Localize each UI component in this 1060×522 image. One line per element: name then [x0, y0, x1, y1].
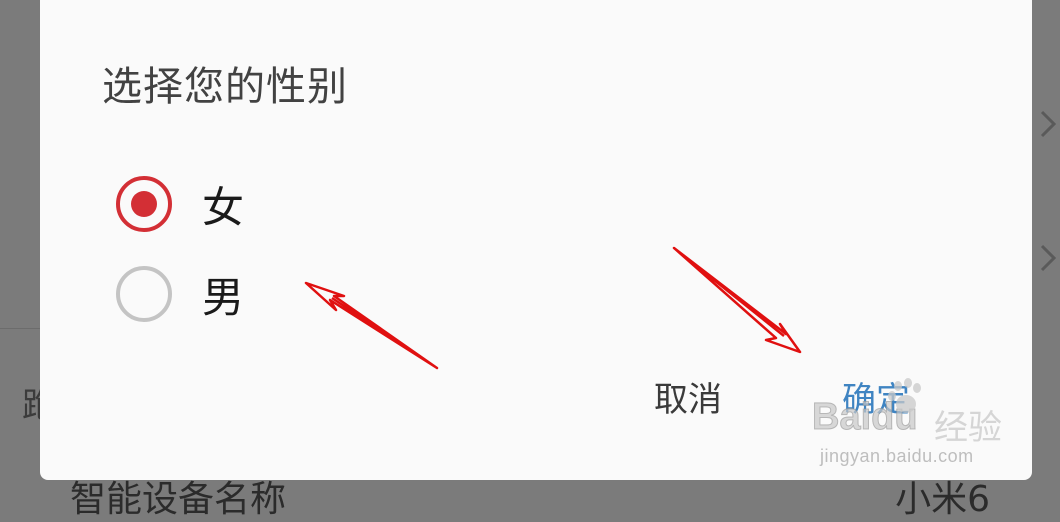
- gender-dialog: 选择您的性别 女 男 取消 确定: [40, 0, 1032, 480]
- cancel-button[interactable]: 取消: [624, 370, 752, 430]
- dialog-actions: 取消 确定: [624, 370, 1032, 430]
- radio-unchecked-icon[interactable]: [116, 266, 172, 322]
- background-divider: [0, 328, 40, 329]
- radio-checked-icon[interactable]: [116, 176, 172, 232]
- dialog-title: 选择您的性别: [102, 64, 348, 110]
- confirm-button[interactable]: 确定: [812, 370, 940, 430]
- chevron-right-icon: [1036, 104, 1060, 144]
- gender-option-female[interactable]: 女: [116, 172, 416, 236]
- option-label: 男: [202, 272, 245, 322]
- chevron-right-icon: [1036, 238, 1060, 278]
- gender-option-male[interactable]: 男: [116, 262, 416, 326]
- option-label: 女: [202, 182, 245, 232]
